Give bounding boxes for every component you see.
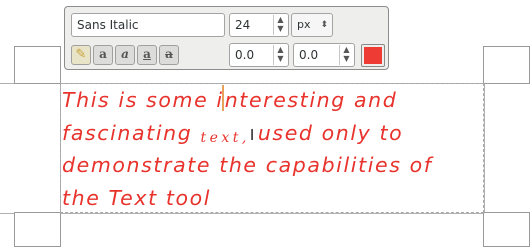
- unit-select[interactable]: px ⬍: [291, 13, 333, 37]
- underline-icon: a: [143, 47, 151, 61]
- spin-down-icon[interactable]: ▼: [340, 54, 353, 63]
- image-canvas[interactable]: This is some interesting and fascinating…: [0, 0, 530, 247]
- spin-up-icon[interactable]: ▲: [274, 45, 287, 54]
- clear-style-button[interactable]: ✎: [71, 45, 91, 65]
- text-line-1-part-b: nteresting and: [224, 88, 398, 112]
- strikethrough-icon: a: [165, 47, 173, 61]
- handle-bottom-left[interactable]: [14, 212, 61, 247]
- kerning-value: 0.0: [299, 48, 319, 62]
- text-style-toolbar: Sans Italic 24 ▲ ▼ px ⬍ ✎ a a a a 0.0 ▲ …: [64, 6, 389, 70]
- spin-up-icon[interactable]: ▲: [274, 15, 287, 24]
- font-size-spinner[interactable]: ▲ ▼: [273, 15, 287, 35]
- spin-down-icon[interactable]: ▼: [274, 54, 287, 63]
- spin-down-icon[interactable]: ▼: [274, 24, 287, 33]
- underline-button[interactable]: a: [137, 45, 157, 65]
- unit-value: px: [297, 18, 311, 31]
- text-color-swatch: [364, 47, 382, 64]
- text-layer[interactable]: This is some interesting and fascinating…: [62, 84, 502, 214]
- handle-top-right[interactable]: [483, 46, 530, 84]
- brush-clear-icon: ✎: [75, 47, 87, 62]
- text-line-2-part-b: used only to: [257, 120, 404, 145]
- kerning-field[interactable]: 0.0 ▲ ▼: [293, 43, 355, 67]
- italic-button[interactable]: a: [115, 45, 135, 65]
- chevron-updown-icon: ⬍: [320, 20, 328, 30]
- font-size-value: 24: [235, 18, 251, 32]
- font-name-value: Sans Italic: [77, 18, 139, 32]
- text-line-2: fascinating text,I used only to: [62, 117, 502, 150]
- text-caret: [221, 85, 224, 111]
- handle-bottom-right[interactable]: [483, 212, 530, 247]
- strikethrough-button[interactable]: a: [159, 45, 179, 65]
- baseline-offset-value: 0.0: [235, 48, 255, 62]
- text-line-1-part-a: This is some i: [62, 88, 224, 112]
- font-size-field[interactable]: 24 ▲ ▼: [229, 13, 289, 37]
- antialias-icon: a: [99, 47, 107, 61]
- baseline-offset-field[interactable]: 0.0 ▲ ▼: [229, 43, 289, 67]
- ibeam-cursor-icon: I: [249, 125, 255, 144]
- baseline-offset-spinner[interactable]: ▲ ▼: [273, 45, 287, 65]
- text-line-2-part-a: fascinating: [62, 120, 201, 145]
- font-name-field[interactable]: Sans Italic: [71, 13, 225, 37]
- kerning-spinner[interactable]: ▲ ▼: [339, 45, 353, 65]
- spin-up-icon[interactable]: ▲: [340, 45, 353, 54]
- italic-style-icon: a: [121, 47, 129, 61]
- text-color-button[interactable]: [361, 44, 385, 67]
- antialias-button[interactable]: a: [93, 45, 113, 65]
- text-line-4: the Text tool: [62, 185, 212, 210]
- text-line-3: demonstrate the capabilities of: [62, 153, 433, 177]
- text-line-2-small-text: text,: [200, 129, 250, 146]
- text-line-1: This is some interesting and: [62, 84, 502, 117]
- handle-top-left[interactable]: [14, 46, 61, 84]
